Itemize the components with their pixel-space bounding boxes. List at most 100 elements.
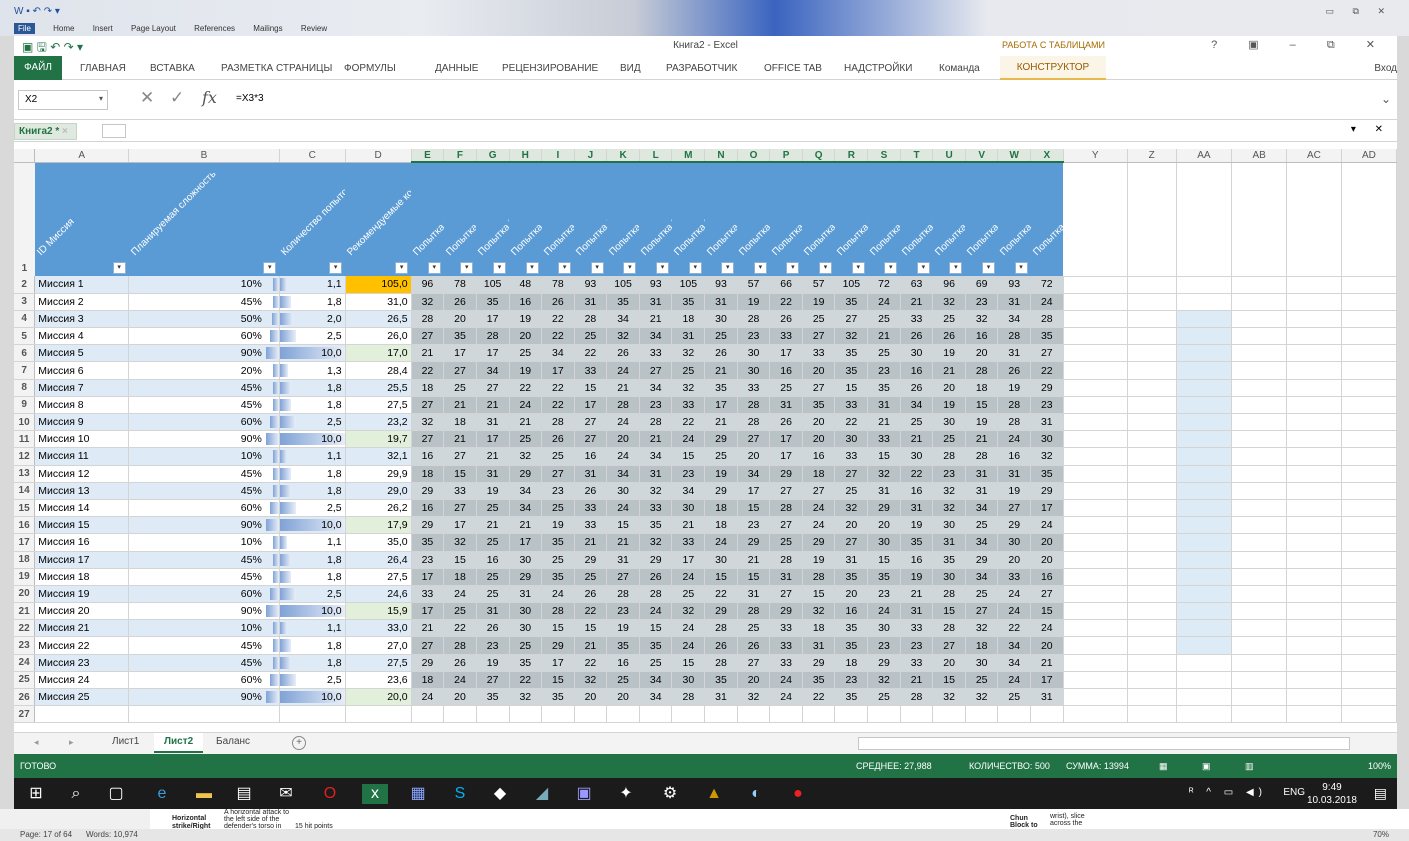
word-tab-insert[interactable]: Insert bbox=[93, 24, 113, 33]
attempt-cell[interactable]: 33 bbox=[411, 585, 445, 604]
attempt-cell[interactable]: 32 bbox=[639, 533, 673, 552]
attempts-cell[interactable]: 1,3 bbox=[279, 361, 346, 380]
attempt-cell[interactable]: 19 bbox=[509, 310, 543, 329]
attempt-cell[interactable]: 25 bbox=[932, 310, 966, 329]
attempt-cell[interactable]: 18 bbox=[965, 379, 999, 397]
column-header[interactable]: I bbox=[541, 149, 575, 163]
row-header[interactable]: 5 bbox=[14, 327, 36, 346]
recommended-code-cell[interactable]: 105,0 bbox=[345, 276, 412, 294]
attempt-cell[interactable]: 27 bbox=[476, 379, 510, 397]
attempts-cell[interactable]: 1,8 bbox=[279, 465, 346, 483]
filter-dropdown-icon[interactable]: ▾ bbox=[329, 262, 343, 274]
empty-cell[interactable] bbox=[1341, 430, 1397, 449]
attempt-cell[interactable]: 19 bbox=[932, 344, 966, 363]
attempt-cell[interactable]: 35 bbox=[900, 533, 934, 552]
empty-cell[interactable] bbox=[476, 705, 510, 724]
empty-cell[interactable] bbox=[1231, 619, 1288, 638]
attempt-cell[interactable]: 30 bbox=[834, 430, 869, 449]
tab-view[interactable]: ВИД bbox=[620, 63, 641, 74]
attempt-cell[interactable]: 20 bbox=[1030, 551, 1064, 569]
attempt-cell[interactable]: 30 bbox=[900, 447, 934, 466]
attempt-cell[interactable]: 15 bbox=[932, 602, 966, 621]
attempt-cell[interactable]: 18 bbox=[443, 568, 477, 586]
attempt-cell[interactable]: 105 bbox=[671, 276, 706, 294]
attempt-cell[interactable]: 31 bbox=[867, 482, 901, 500]
attempt-cell[interactable]: 17 bbox=[476, 430, 510, 449]
complexity-cell[interactable]: 45% bbox=[128, 654, 280, 672]
attempt-cell[interactable]: 31 bbox=[509, 585, 543, 604]
empty-cell[interactable] bbox=[1231, 361, 1288, 380]
attempt-cell[interactable]: 25 bbox=[476, 499, 510, 518]
empty-cell[interactable] bbox=[1231, 396, 1288, 415]
empty-cell[interactable] bbox=[1341, 671, 1397, 690]
tab-review[interactable]: РЕЦЕНЗИРОВАНИЕ bbox=[502, 63, 598, 74]
zoom-level[interactable]: 100% bbox=[1368, 761, 1391, 771]
empty-cell[interactable] bbox=[1127, 499, 1177, 518]
recommended-code-cell[interactable]: 20,0 bbox=[345, 688, 412, 707]
attempt-cell[interactable]: 32 bbox=[932, 293, 966, 311]
mission-id-cell[interactable]: Миссия 17 bbox=[34, 551, 130, 569]
row-header[interactable]: 4 bbox=[14, 310, 36, 329]
empty-cell[interactable] bbox=[1286, 482, 1342, 500]
attempt-cell[interactable]: 23 bbox=[476, 636, 510, 655]
filter-dropdown-icon[interactable]: ▾ bbox=[558, 262, 572, 274]
attempt-cell[interactable]: 21 bbox=[671, 516, 706, 535]
complexity-cell[interactable]: 45% bbox=[128, 379, 280, 397]
attempt-cell[interactable]: 26 bbox=[443, 654, 477, 672]
attempt-cell[interactable]: 23 bbox=[606, 602, 640, 621]
attempt-cell[interactable]: 30 bbox=[867, 533, 901, 552]
attempt-cell[interactable]: 19 bbox=[900, 516, 934, 535]
attempt-cell[interactable]: 33 bbox=[900, 619, 934, 638]
empty-cell[interactable] bbox=[1341, 310, 1397, 329]
row-header[interactable]: 13 bbox=[14, 465, 36, 483]
attempt-cell[interactable]: 33 bbox=[997, 568, 1032, 586]
attempt-cell[interactable]: 29 bbox=[737, 533, 771, 552]
attempt-cell[interactable]: 20 bbox=[802, 413, 836, 432]
attempt-cell[interactable]: 19 bbox=[704, 465, 738, 483]
empty-cell[interactable] bbox=[1231, 671, 1288, 690]
attempt-cell[interactable]: 24 bbox=[671, 619, 706, 638]
attempt-cell[interactable]: 22 bbox=[541, 327, 575, 346]
empty-cell[interactable] bbox=[1063, 636, 1128, 655]
column-header[interactable]: L bbox=[639, 149, 673, 163]
attempt-cell[interactable]: 25 bbox=[867, 688, 901, 707]
empty-cell[interactable] bbox=[867, 705, 901, 724]
attempt-cell[interactable]: 21 bbox=[900, 293, 934, 311]
recommended-code-cell[interactable]: 23,6 bbox=[345, 671, 412, 690]
attempt-cell[interactable]: 29 bbox=[574, 551, 608, 569]
attempt-cell[interactable]: 27 bbox=[834, 533, 869, 552]
attempt-cell[interactable]: 105 bbox=[476, 276, 510, 294]
attempt-cell[interactable]: 29 bbox=[541, 636, 575, 655]
complexity-cell[interactable]: 60% bbox=[128, 327, 280, 346]
attempt-cell[interactable]: 32 bbox=[509, 688, 543, 707]
table-header-cell[interactable]: Попытка 11 ▾ bbox=[737, 162, 770, 276]
attempt-cell[interactable]: 34 bbox=[541, 344, 575, 363]
attempt-cell[interactable]: 25 bbox=[671, 361, 706, 380]
attempt-cell[interactable]: 21 bbox=[411, 344, 445, 363]
attempt-cell[interactable]: 32 bbox=[802, 602, 836, 621]
attempt-cell[interactable]: 20 bbox=[834, 516, 869, 535]
attempt-cell[interactable]: 15 bbox=[737, 499, 771, 518]
column-header[interactable]: K bbox=[606, 149, 640, 163]
empty-cell[interactable] bbox=[1176, 551, 1233, 569]
app-icon[interactable]: ▦ bbox=[408, 784, 428, 804]
empty-cell[interactable] bbox=[1127, 602, 1177, 621]
mission-id-cell[interactable]: Миссия 20 bbox=[34, 602, 130, 621]
attempt-cell[interactable]: 105 bbox=[834, 276, 869, 294]
attempt-cell[interactable]: 28 bbox=[443, 636, 477, 655]
attempt-cell[interactable]: 29 bbox=[802, 654, 836, 672]
tab-file[interactable]: ФАЙЛ bbox=[14, 56, 62, 80]
recommended-code-cell[interactable]: 32,1 bbox=[345, 447, 412, 466]
attempt-cell[interactable]: 31 bbox=[900, 602, 934, 621]
attempt-cell[interactable]: 25 bbox=[476, 533, 510, 552]
attempt-cell[interactable]: 33 bbox=[769, 636, 803, 655]
settings-icon[interactable]: ⚙ bbox=[660, 784, 680, 804]
filter-dropdown-icon[interactable]: ▾ bbox=[916, 262, 930, 274]
attempts-cell[interactable]: 2,5 bbox=[279, 327, 346, 346]
attempt-cell[interactable]: 33 bbox=[867, 430, 901, 449]
empty-cell[interactable] bbox=[1176, 162, 1233, 277]
attempt-cell[interactable]: 34 bbox=[737, 465, 771, 483]
complexity-cell[interactable]: 45% bbox=[128, 293, 280, 311]
attempt-cell[interactable]: 19 bbox=[932, 396, 966, 415]
column-header[interactable]: E bbox=[411, 149, 445, 163]
